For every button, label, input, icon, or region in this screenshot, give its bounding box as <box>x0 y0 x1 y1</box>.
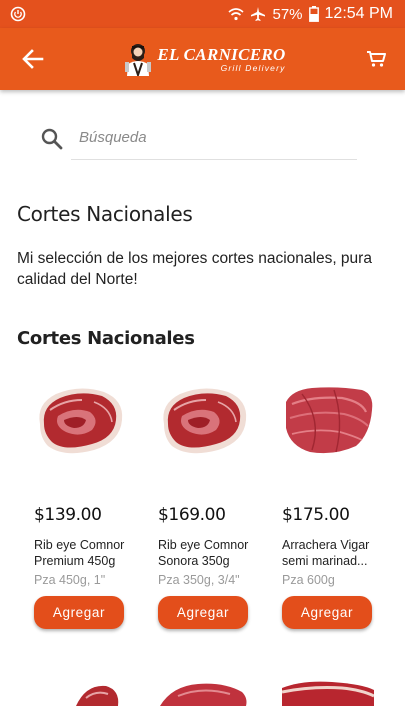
product-image <box>160 683 247 706</box>
battery-percent: 57% <box>272 5 303 23</box>
product-image <box>76 685 119 706</box>
product-card[interactable]: $169.00 Rib eye Comnor Sonora 350g Pza 3… <box>158 380 268 629</box>
product-image <box>286 387 373 454</box>
back-button[interactable] <box>18 44 48 74</box>
status-left <box>10 6 26 22</box>
status-bar: 57% 12:54 PM <box>0 0 405 28</box>
status-time: 12:54 PM <box>324 5 393 22</box>
add-to-cart-button[interactable]: Agregar <box>34 596 124 629</box>
page-description: Mi selección de los mejores cortes nacio… <box>17 250 372 288</box>
cart-button[interactable] <box>361 44 391 74</box>
product-card[interactable]: $175.00 Arrachera Vigar semi marinad... … <box>282 380 392 629</box>
product-name: Arrachera Vigar semi marinad... <box>282 538 370 568</box>
bottom-edge <box>0 706 405 720</box>
add-to-cart-button[interactable]: Agregar <box>282 596 372 629</box>
product-price: $139.00 <box>34 505 102 525</box>
logo-title: EL CARNICERO <box>157 44 286 64</box>
app-bar: EL CARNICERO Grill Delivery <box>0 28 405 90</box>
product-carousel[interactable]: $139.00 Rib eye Comnor Premium 450g Pza … <box>0 380 405 640</box>
product-image <box>39 388 123 454</box>
butcher-mascot-icon <box>125 44 152 76</box>
product-detail: Pza 350g, 3/4" <box>158 573 240 587</box>
search-bar <box>40 118 358 160</box>
airplane-mode-icon <box>251 7 266 21</box>
battery-icon <box>308 6 319 22</box>
product-name: Rib eye Comnor Premium 450g <box>34 538 125 568</box>
section-title: Cortes Nacionales <box>17 328 195 349</box>
logo-subtitle: Grill Delivery <box>220 62 286 73</box>
product-detail: Pza 600g <box>282 573 335 587</box>
page-title: Cortes Nacionales <box>17 202 193 226</box>
product-image <box>163 388 247 454</box>
product-detail: Pza 450g, 1" <box>34 573 106 587</box>
product-card[interactable]: $139.00 Rib eye Comnor Premium 450g Pza … <box>34 380 144 629</box>
logo-text: EL CARNICERO Grill Delivery <box>157 46 285 73</box>
arrow-back-icon <box>22 49 44 69</box>
app-notification-icon <box>10 6 26 22</box>
next-row-preview <box>0 676 405 706</box>
status-right: 57% 12:54 PM <box>228 5 393 23</box>
product-price: $175.00 <box>282 505 350 525</box>
brand-logo: EL CARNICERO Grill Delivery <box>123 42 285 76</box>
shopping-cart-icon <box>367 51 386 67</box>
search-icon[interactable] <box>40 127 64 151</box>
wifi-icon <box>228 8 245 21</box>
product-image <box>282 681 374 706</box>
add-to-cart-button[interactable]: Agregar <box>158 596 248 629</box>
product-name: Rib eye Comnor Sonora 350g <box>158 538 249 568</box>
product-price: $169.00 <box>158 505 226 525</box>
search-input[interactable] <box>79 122 319 152</box>
